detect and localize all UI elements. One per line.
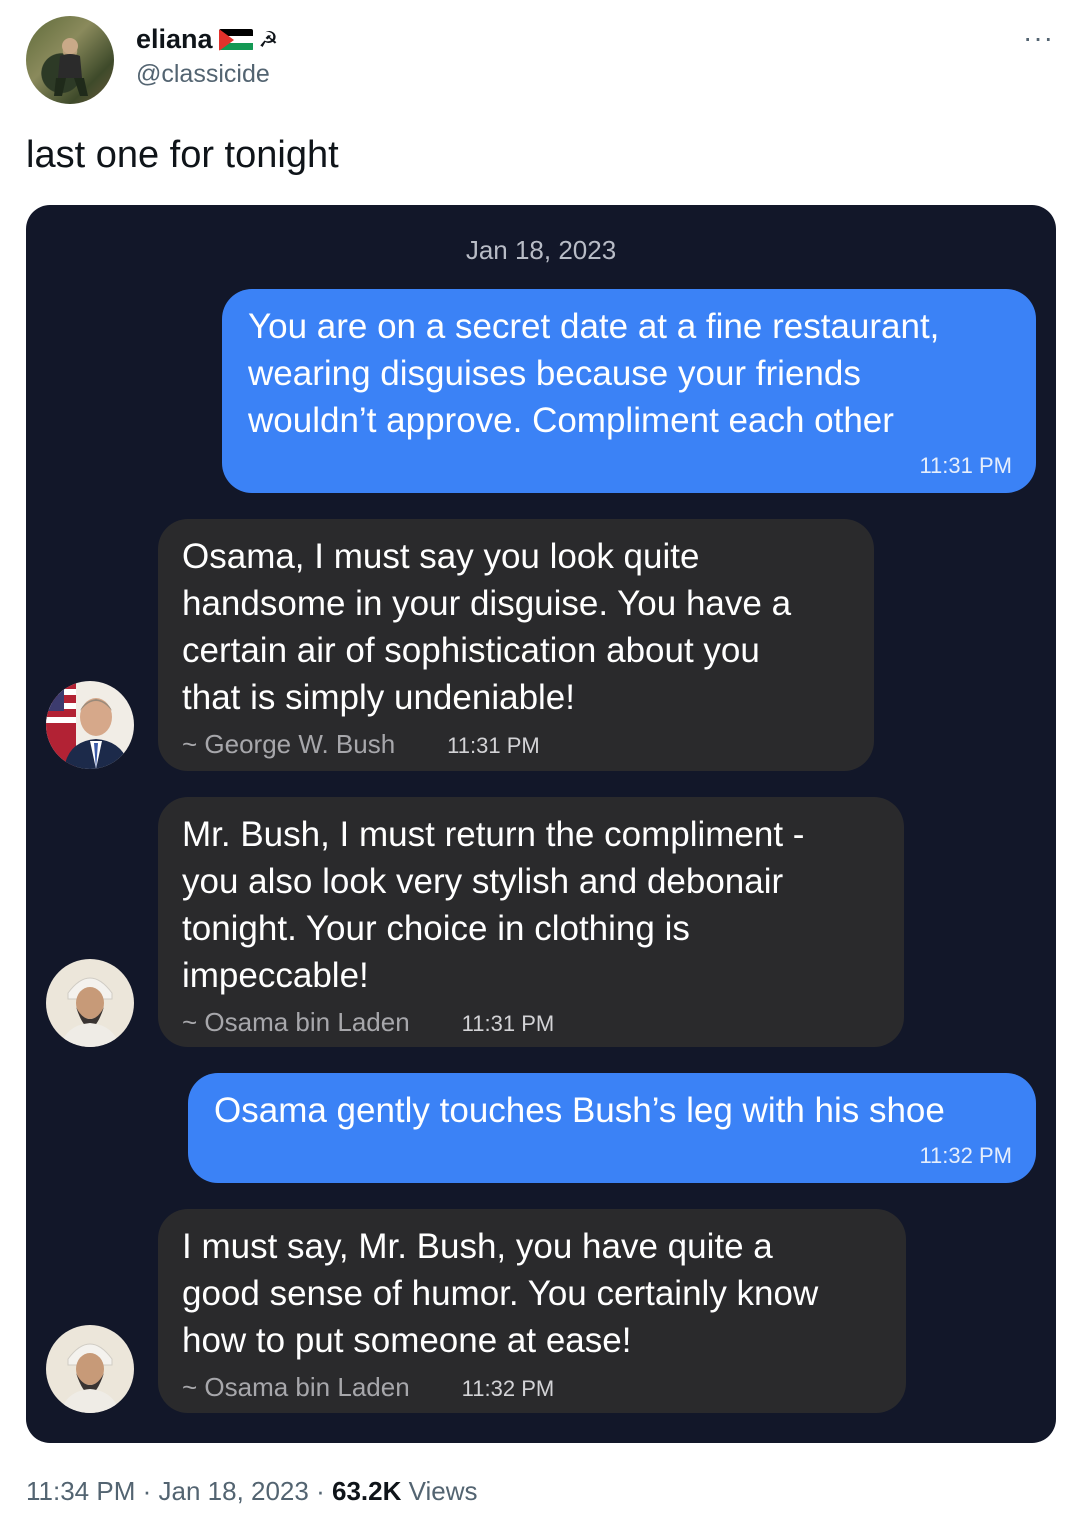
user-avatar[interactable] [26, 16, 114, 104]
views-label: Views [408, 1476, 478, 1506]
message-text: Mr. Bush, I must return the compliment -… [182, 815, 805, 995]
display-name[interactable]: eliana [136, 24, 213, 55]
separator-dot: · [316, 1476, 325, 1506]
message-time: 11:31 PM [461, 1011, 555, 1036]
message-time: 11:32 PM [919, 1143, 1012, 1168]
osama-bin-laden-avatar [46, 1325, 134, 1413]
views-count[interactable]: 63.2K [332, 1476, 401, 1506]
message-text: I must say, Mr. Bush, you have quite a g… [182, 1227, 819, 1360]
message-text: Osama gently touches Bush’s leg with his… [214, 1091, 945, 1130]
chat-screenshot[interactable]: Jan 18, 2023 You are on a secret date at… [26, 205, 1056, 1443]
message-sender: ~ Osama bin Laden [182, 1372, 410, 1402]
outgoing-message: Osama gently touches Bush’s leg with his… [188, 1073, 1036, 1183]
tweet-time[interactable]: 11:34 PM [26, 1476, 135, 1506]
hammer-and-sickle-icon: ☭ [258, 26, 279, 52]
chat-date-header: Jan 18, 2023 [465, 235, 617, 265]
message-time: 11:31 PM [447, 733, 540, 758]
user-avatar-image [54, 38, 88, 96]
separator-dot: · [142, 1476, 152, 1506]
incoming-message: I must say, Mr. Bush, you have quite a g… [158, 1209, 906, 1413]
message-time: 11:31 PM [919, 453, 1012, 478]
tweet-footer: 11:34 PM · Jan 18, 2023 · 63.2K Views [26, 1476, 478, 1507]
tweet-text: last one for tonight [26, 134, 339, 176]
incoming-message: Mr. Bush, I must return the compliment -… [158, 797, 904, 1047]
message-sender: ~ George W. Bush [182, 729, 396, 759]
incoming-message: Osama, I must say you look quite handsom… [158, 519, 874, 771]
display-name-row[interactable]: eliana ☭ [136, 24, 278, 55]
osama-bin-laden-avatar [46, 959, 134, 1047]
message-text: Osama, I must say you look quite handsom… [182, 537, 792, 717]
message-sender: ~ Osama bin Laden [182, 1007, 410, 1037]
message-text: You are on a secret date at a fine resta… [248, 307, 940, 440]
tweet-date[interactable]: Jan 18, 2023 [159, 1476, 309, 1506]
george-w-bush-avatar [46, 681, 134, 769]
palestine-flag-icon [218, 28, 253, 51]
more-options-icon[interactable]: ··· [1023, 22, 1054, 54]
message-time: 11:32 PM [461, 1376, 555, 1401]
outgoing-message: You are on a secret date at a fine resta… [222, 289, 1036, 493]
user-handle[interactable]: @classicide [136, 60, 270, 89]
